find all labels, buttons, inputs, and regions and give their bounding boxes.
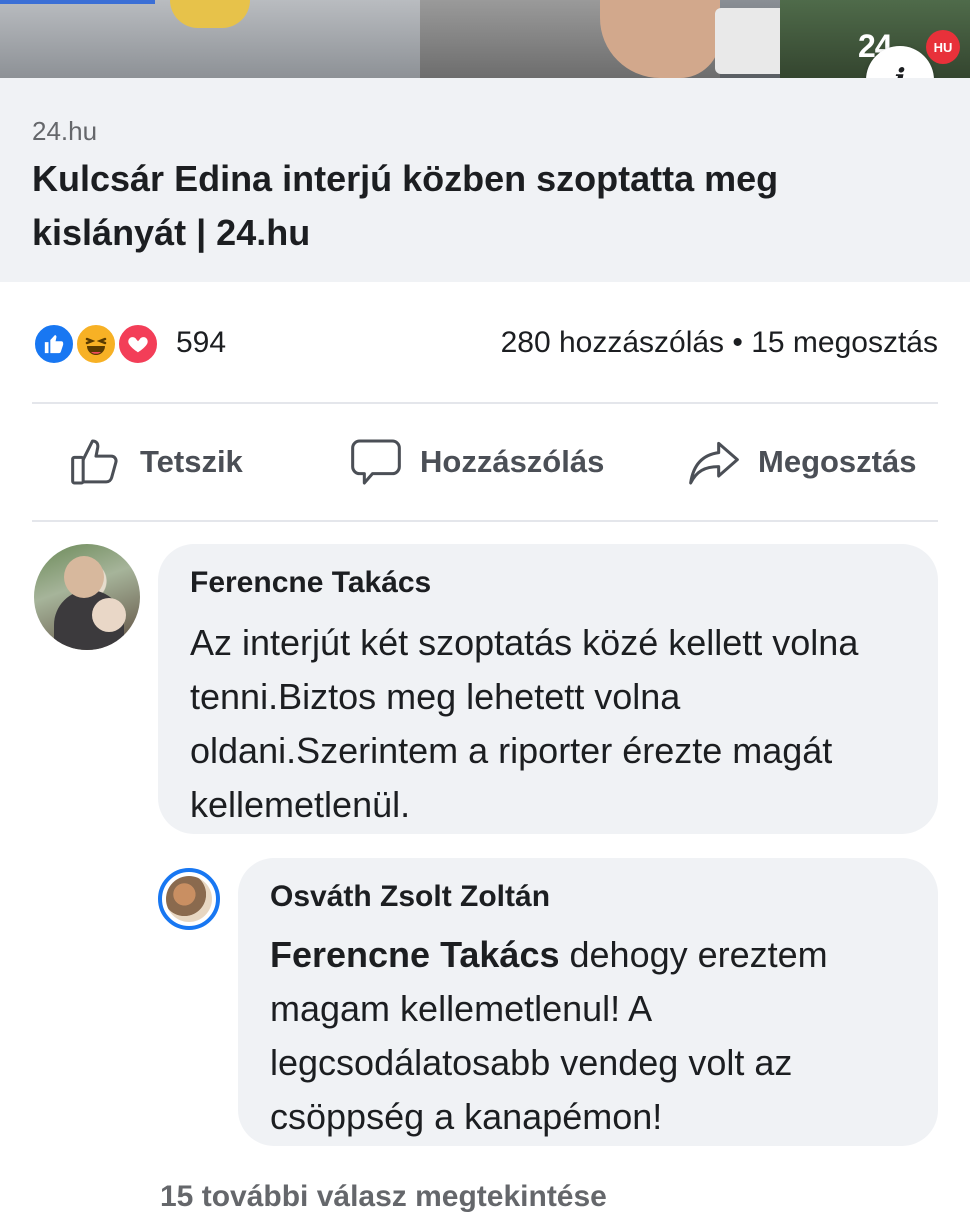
reply-author[interactable]: Osváth Zsolt Zoltán — [270, 880, 550, 914]
share-button[interactable]: Megosztás — [686, 432, 916, 492]
avatar[interactable] — [34, 544, 140, 650]
action-bar: Tetszik Hozzászólás Megosztás — [32, 404, 938, 520]
engagement-summary[interactable]: 280 hozzászólás • 15 megosztás — [501, 326, 938, 360]
avatar-image — [166, 876, 212, 922]
like-button[interactable]: Tetszik — [68, 432, 243, 492]
reaction-count[interactable]: 594 — [176, 326, 226, 360]
link-title[interactable]: Kulcsár Edina interjú közben szoptatta m… — [32, 152, 932, 260]
thumbs-up-icon — [71, 439, 118, 485]
comment-label: Hozzászólás — [420, 444, 605, 479]
divider — [32, 520, 938, 522]
like-label: Tetszik — [140, 444, 243, 479]
share-label: Megosztás — [758, 444, 917, 479]
comment-bubble-icon — [351, 439, 401, 485]
comment-author[interactable]: Ferencne Takács — [190, 566, 431, 600]
link-preview-card[interactable]: 24.hu Kulcsár Edina interjú közben szopt… — [0, 78, 970, 282]
comment-bubble: Ferencne Takács Az interjút két szoptatá… — [158, 544, 938, 834]
view-more-replies-link[interactable]: 15 további válasz megtekintése — [160, 1180, 607, 1214]
link-domain: 24.hu — [32, 116, 98, 146]
comment-button[interactable]: Hozzászólás — [348, 432, 604, 492]
image-top-strip — [0, 0, 155, 4]
reply-text: Ferencne Takács dehogy ereztem magam kel… — [270, 928, 920, 1144]
comment-text: Az interjút két szoptatás közé kellett v… — [190, 622, 859, 825]
reply-bubble: Osváth Zsolt Zoltán Ferencne Takács deho… — [238, 858, 938, 1146]
like-reaction-icon — [32, 322, 76, 366]
reply-mention[interactable]: Ferencne Takács — [270, 934, 560, 975]
link-preview-image[interactable]: 24 HU — [0, 0, 970, 78]
hu-badge: HU — [926, 30, 960, 64]
share-arrow-icon — [689, 441, 739, 485]
reply-avatar[interactable] — [158, 868, 220, 930]
love-reaction-icon — [116, 322, 160, 366]
avatar-figure — [92, 598, 126, 632]
reaction-icons[interactable] — [32, 322, 166, 366]
haha-reaction-icon — [74, 322, 118, 366]
reactions-summary: 594 280 hozzászólás • 15 megosztás — [32, 320, 938, 370]
avatar-figure — [64, 556, 104, 598]
